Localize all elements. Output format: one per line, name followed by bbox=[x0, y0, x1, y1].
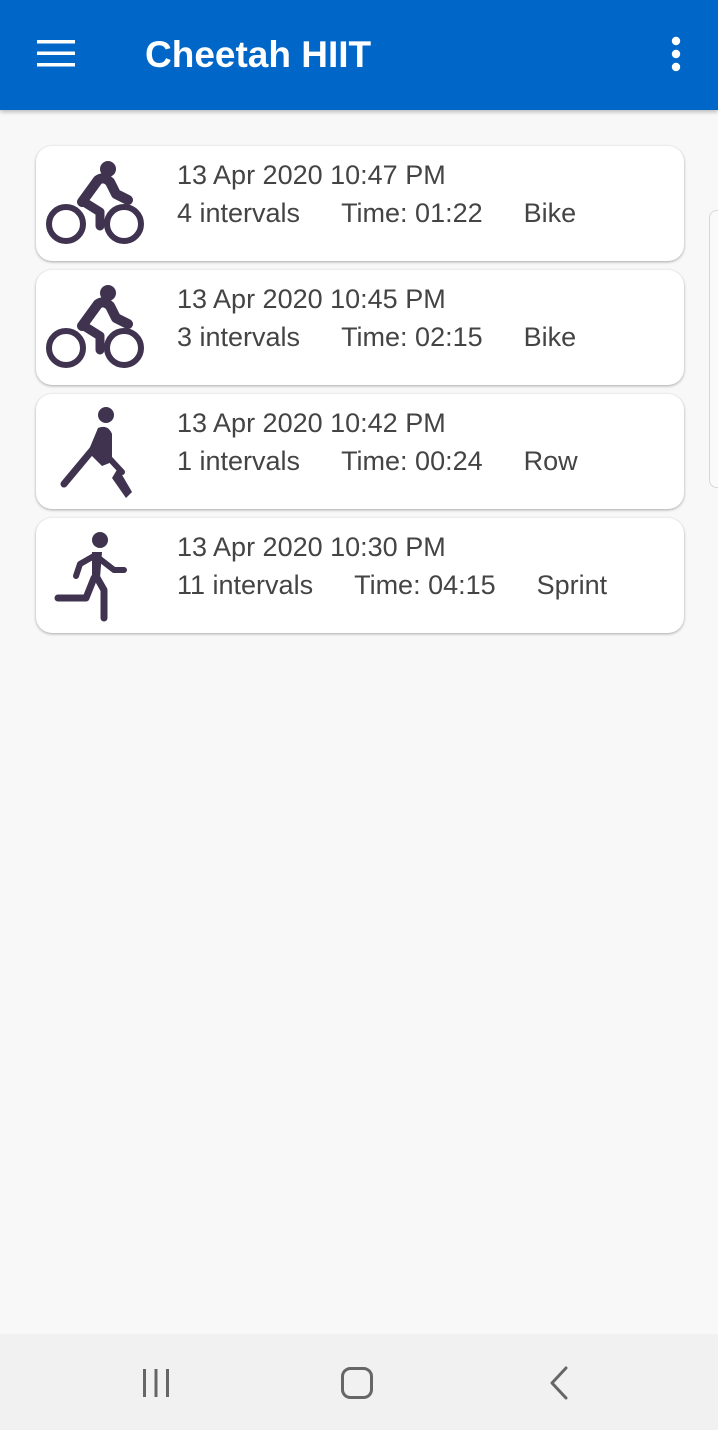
home-icon bbox=[341, 1367, 373, 1399]
session-type: Sprint bbox=[536, 570, 608, 600]
menu-button[interactable] bbox=[26, 26, 86, 82]
session-date: 13 Apr 2020 10:30 PM bbox=[177, 532, 446, 562]
hamburger-menu-icon bbox=[37, 40, 75, 67]
app-bar: Cheetah HIIT bbox=[0, 0, 718, 110]
sprint-icon bbox=[54, 532, 127, 622]
app-title: Cheetah HIIT bbox=[145, 34, 372, 75]
session-list: 13 Apr 2020 10:47 PM 4 intervals Time: 01… bbox=[36, 146, 684, 642]
system-nav-bar bbox=[0, 1334, 718, 1430]
session-card[interactable]: 13 Apr 2020 10:30 PM 11 intervals Time: 0… bbox=[36, 518, 684, 633]
session-type: Bike bbox=[523, 198, 577, 228]
session-time: Time: 00:24 bbox=[341, 446, 483, 476]
session-meta: 4 intervals Time: 01:22 Bike bbox=[177, 197, 576, 229]
session-time: Time: 02:15 bbox=[341, 322, 483, 352]
recents-icon bbox=[143, 1369, 169, 1397]
session-time: Time: 01:22 bbox=[341, 198, 483, 228]
session-intervals: 4 intervals bbox=[177, 198, 301, 228]
session-time: Time: 04:15 bbox=[354, 570, 496, 600]
edge-panel-handle[interactable] bbox=[709, 210, 718, 488]
more-vert-icon bbox=[671, 36, 681, 72]
session-type: Bike bbox=[523, 322, 577, 352]
session-meta: 11 intervals Time: 04:15 Sprint bbox=[177, 569, 607, 601]
session-card[interactable]: 13 Apr 2020 10:47 PM 4 intervals Time: 01… bbox=[36, 146, 684, 261]
session-type: Row bbox=[523, 446, 578, 476]
session-card[interactable]: 13 Apr 2020 10:42 PM 1 intervals Time: 00… bbox=[36, 394, 684, 509]
recents-button[interactable] bbox=[126, 1358, 186, 1408]
session-intervals: 1 intervals bbox=[177, 446, 301, 476]
session-date: 13 Apr 2020 10:47 PM bbox=[177, 160, 446, 190]
session-date: 13 Apr 2020 10:45 PM bbox=[177, 284, 446, 314]
home-button[interactable] bbox=[327, 1358, 387, 1408]
session-intervals: 3 intervals bbox=[177, 322, 301, 352]
back-icon bbox=[550, 1366, 568, 1400]
session-date: 13 Apr 2020 10:42 PM bbox=[177, 408, 446, 438]
session-meta: 1 intervals Time: 00:24 Row bbox=[177, 445, 578, 477]
session-meta: 3 intervals Time: 02:15 Bike bbox=[177, 321, 576, 353]
back-button[interactable] bbox=[529, 1358, 589, 1408]
overflow-menu-button[interactable] bbox=[656, 28, 696, 80]
bike-icon bbox=[46, 285, 144, 368]
bike-icon bbox=[46, 161, 144, 244]
session-intervals: 11 intervals bbox=[177, 570, 314, 600]
session-card[interactable]: 13 Apr 2020 10:45 PM 3 intervals Time: 02… bbox=[36, 270, 684, 385]
rowing-icon bbox=[60, 407, 132, 498]
